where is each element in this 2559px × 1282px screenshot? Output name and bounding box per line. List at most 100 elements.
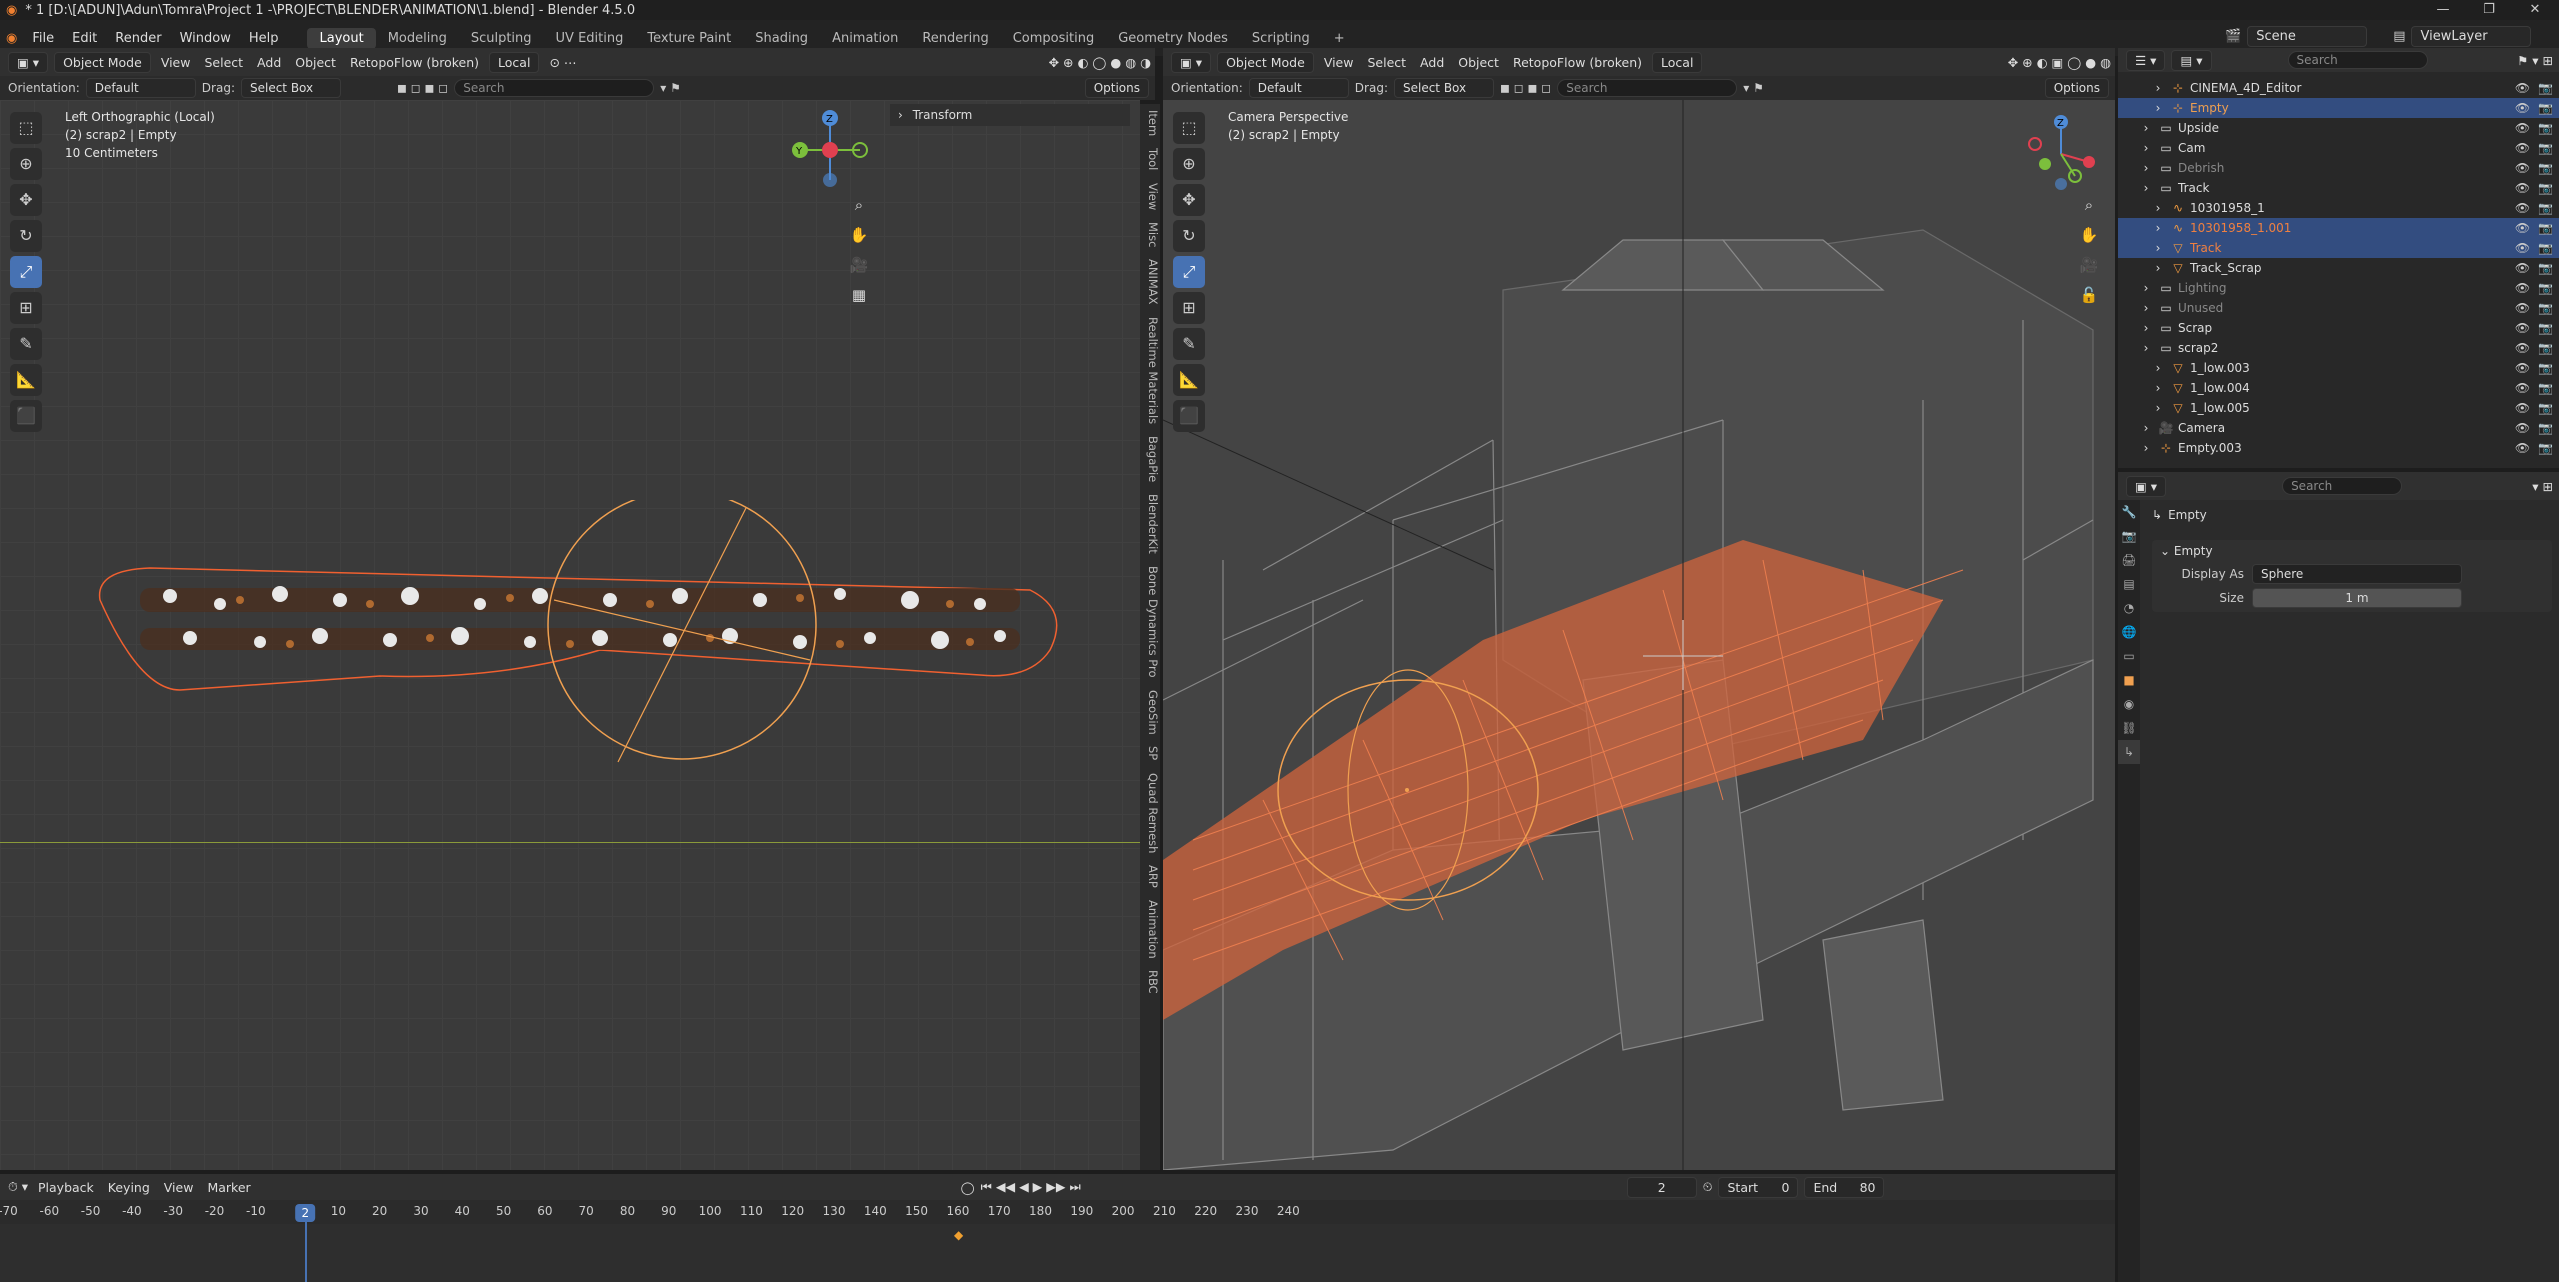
tool-props-icon[interactable]: 🔧 xyxy=(2118,500,2140,524)
outliner-row[interactable]: › ⊹ CINEMA_4D_Editor 👁 📷 xyxy=(2118,78,2559,98)
timeline-editor-icon[interactable]: ⏱ ▾ xyxy=(8,1179,28,1195)
expand-arrow-icon[interactable]: › xyxy=(2138,141,2154,155)
tab-item[interactable]: Item xyxy=(1140,104,1160,142)
visibility-eye-icon[interactable]: 👁 xyxy=(2515,181,2530,195)
ortho-grid-icon[interactable]: ▦ xyxy=(846,282,872,308)
annotate-tool-icon[interactable]: ✎ xyxy=(10,328,42,360)
left-addon-menu[interactable]: RetopoFlow (broken) xyxy=(346,55,483,70)
start-frame-field[interactable]: Start 0 xyxy=(1718,1176,1799,1198)
render-camera-icon[interactable]: 📷 xyxy=(2538,441,2553,455)
timeline-menu-view[interactable]: View xyxy=(160,1180,198,1195)
right-camera-view-icon[interactable]: 🎥 xyxy=(2076,252,2102,278)
playback-controls[interactable]: ⏮ ◀◀ ◀ ▶ ▶▶ ⏭ xyxy=(981,1179,1081,1195)
tab-bone-dynamics-pro[interactable]: Bone Dynamics Pro xyxy=(1140,560,1160,684)
right-zoom-icon[interactable]: ⌕ xyxy=(2076,192,2102,218)
render-camera-icon[interactable]: 📷 xyxy=(2538,101,2553,115)
render-camera-icon[interactable]: 📷 xyxy=(2538,181,2553,195)
render-camera-icon[interactable]: 📷 xyxy=(2538,241,2553,255)
tab-sp[interactable]: SP xyxy=(1140,740,1160,766)
pan-hand-icon[interactable]: ✋ xyxy=(846,222,872,248)
lock-camera-icon[interactable]: 🔓 xyxy=(2076,282,2102,308)
tab-geosim[interactable]: GeoSim xyxy=(1140,684,1160,741)
right-addon-menu[interactable]: RetopoFlow (broken) xyxy=(1509,55,1646,70)
expand-arrow-icon[interactable]: › xyxy=(2138,281,2154,295)
render-camera-icon[interactable]: 📷 xyxy=(2538,421,2553,435)
display-as-dropdown[interactable]: Sphere xyxy=(2252,564,2462,584)
empty-panel-header[interactable]: ⌄ Empty xyxy=(2152,540,2552,562)
measure-tool-icon[interactable]: 📐 xyxy=(10,364,42,396)
render-camera-icon[interactable]: 📷 xyxy=(2538,281,2553,295)
visibility-eye-icon[interactable]: 👁 xyxy=(2515,241,2530,255)
tab-view[interactable]: View xyxy=(1140,177,1160,216)
tab-animation[interactable]: Animation xyxy=(1140,894,1160,965)
visibility-eye-icon[interactable]: 👁 xyxy=(2515,341,2530,355)
tab-blenderkit[interactable]: BlenderKit xyxy=(1140,488,1160,560)
left-gizmo-icons[interactable]: ✥ ⊕ ◐ ◯ ● ◍ ◑ xyxy=(1045,55,1155,70)
properties-editor-type[interactable]: ▣ ▾ xyxy=(2126,475,2167,497)
right-shading-buttons[interactable]: ◼ ◻ ◼ ◻ xyxy=(1500,81,1551,95)
world-props-icon[interactable]: 🌐 xyxy=(2118,620,2140,644)
expand-arrow-icon[interactable]: › xyxy=(2138,301,2154,315)
visibility-eye-icon[interactable]: 👁 xyxy=(2515,261,2530,275)
visibility-eye-icon[interactable]: 👁 xyxy=(2515,81,2530,95)
keyframe-marker-icon[interactable]: ◆ xyxy=(954,1228,963,1242)
workspace-tab-rendering[interactable]: Rendering xyxy=(910,28,1000,49)
outliner-editor-type[interactable]: ☰ ▾ xyxy=(2126,49,2166,71)
right-filter-icon[interactable]: ▾ ⚑ xyxy=(1743,81,1764,95)
render-camera-icon[interactable]: 📷 xyxy=(2538,261,2553,275)
outliner-row[interactable]: › ⊹ Empty.003 👁 📷 xyxy=(2118,438,2559,458)
right-options-button[interactable]: Options xyxy=(2044,78,2109,98)
expand-arrow-icon[interactable]: › xyxy=(2150,361,2166,375)
timeline-track-area[interactable] xyxy=(0,1224,2115,1282)
viewlayer-selector[interactable]: ViewLayer xyxy=(2411,26,2532,47)
transform-panel-header[interactable]: › Transform xyxy=(890,104,1130,126)
object-props-icon[interactable]: ■ xyxy=(2118,668,2140,692)
data-props-icon[interactable]: ↳ xyxy=(2118,740,2140,764)
zoom-icon[interactable]: ⌕ xyxy=(846,192,872,218)
visibility-eye-icon[interactable]: 👁 xyxy=(2515,321,2530,335)
outliner-row[interactable]: › ▽ Track 👁 📷 xyxy=(2118,238,2559,258)
expand-arrow-icon[interactable]: › xyxy=(2150,201,2166,215)
right-pan-hand-icon[interactable]: ✋ xyxy=(2076,222,2102,248)
workspace-tab-texture-paint[interactable]: Texture Paint xyxy=(635,28,743,49)
camera-view-icon[interactable]: 🎥 xyxy=(846,252,872,278)
expand-arrow-icon[interactable]: › xyxy=(2138,321,2154,335)
tab-misc[interactable]: Misc xyxy=(1140,216,1160,253)
expand-arrow-icon[interactable]: › xyxy=(2150,81,2166,95)
expand-arrow-icon[interactable]: › xyxy=(2138,161,2154,175)
add-cube-tool-icon[interactable]: ⬛ xyxy=(10,400,42,432)
scene-props-icon[interactable]: ◔ xyxy=(2118,596,2140,620)
outliner-row[interactable]: › ▭ Scrap 👁 📷 xyxy=(2118,318,2559,338)
expand-arrow-icon[interactable]: › xyxy=(2138,121,2154,135)
visibility-eye-icon[interactable]: 👁 xyxy=(2515,441,2530,455)
right-menu-object[interactable]: Object xyxy=(1454,55,1503,70)
right-move-tool-icon[interactable]: ✥ xyxy=(1173,184,1205,216)
right-measure-tool-icon[interactable]: 📐 xyxy=(1173,364,1205,396)
workspace-tab-animation[interactable]: Animation xyxy=(820,28,910,49)
right-menu-add[interactable]: Add xyxy=(1416,55,1448,70)
right-search-input[interactable]: Search xyxy=(1557,79,1738,97)
left-menu-select[interactable]: Select xyxy=(200,55,247,70)
left-filter-icon[interactable]: ▾ ⚑ xyxy=(660,81,681,95)
expand-arrow-icon[interactable]: › xyxy=(2150,221,2166,235)
playhead-frame-label[interactable]: 2 xyxy=(295,1204,316,1222)
left-transform-space[interactable]: Local xyxy=(489,51,540,73)
render-camera-icon[interactable]: 📷 xyxy=(2538,161,2553,175)
cursor-tool-icon[interactable]: ⊕ xyxy=(10,148,42,180)
render-camera-icon[interactable]: 📷 xyxy=(2538,81,2553,95)
outliner-row[interactable]: › ▭ Debrish 👁 📷 xyxy=(2118,158,2559,178)
left-search-input[interactable]: Search xyxy=(454,79,655,97)
visibility-eye-icon[interactable]: 👁 xyxy=(2515,421,2530,435)
left-menu-object[interactable]: Object xyxy=(291,55,340,70)
physics-props-icon[interactable]: ◉ xyxy=(2118,692,2140,716)
left-navigation-gizmo[interactable]: Z Y xyxy=(780,100,880,200)
visibility-eye-icon[interactable]: 👁 xyxy=(2515,381,2530,395)
render-camera-icon[interactable]: 📷 xyxy=(2538,381,2553,395)
right-drag-dropdown[interactable]: Select Box xyxy=(1393,78,1494,98)
menu-help[interactable]: Help xyxy=(240,28,288,49)
outliner-row[interactable]: › ▽ Track_Scrap 👁 📷 xyxy=(2118,258,2559,278)
rotate-tool-icon[interactable]: ↻ xyxy=(10,220,42,252)
select-tool-icon[interactable]: ⬚ xyxy=(10,112,42,144)
visibility-eye-icon[interactable]: 👁 xyxy=(2515,201,2530,215)
outliner-row[interactable]: › ▽ 1_low.003 👁 📷 xyxy=(2118,358,2559,378)
